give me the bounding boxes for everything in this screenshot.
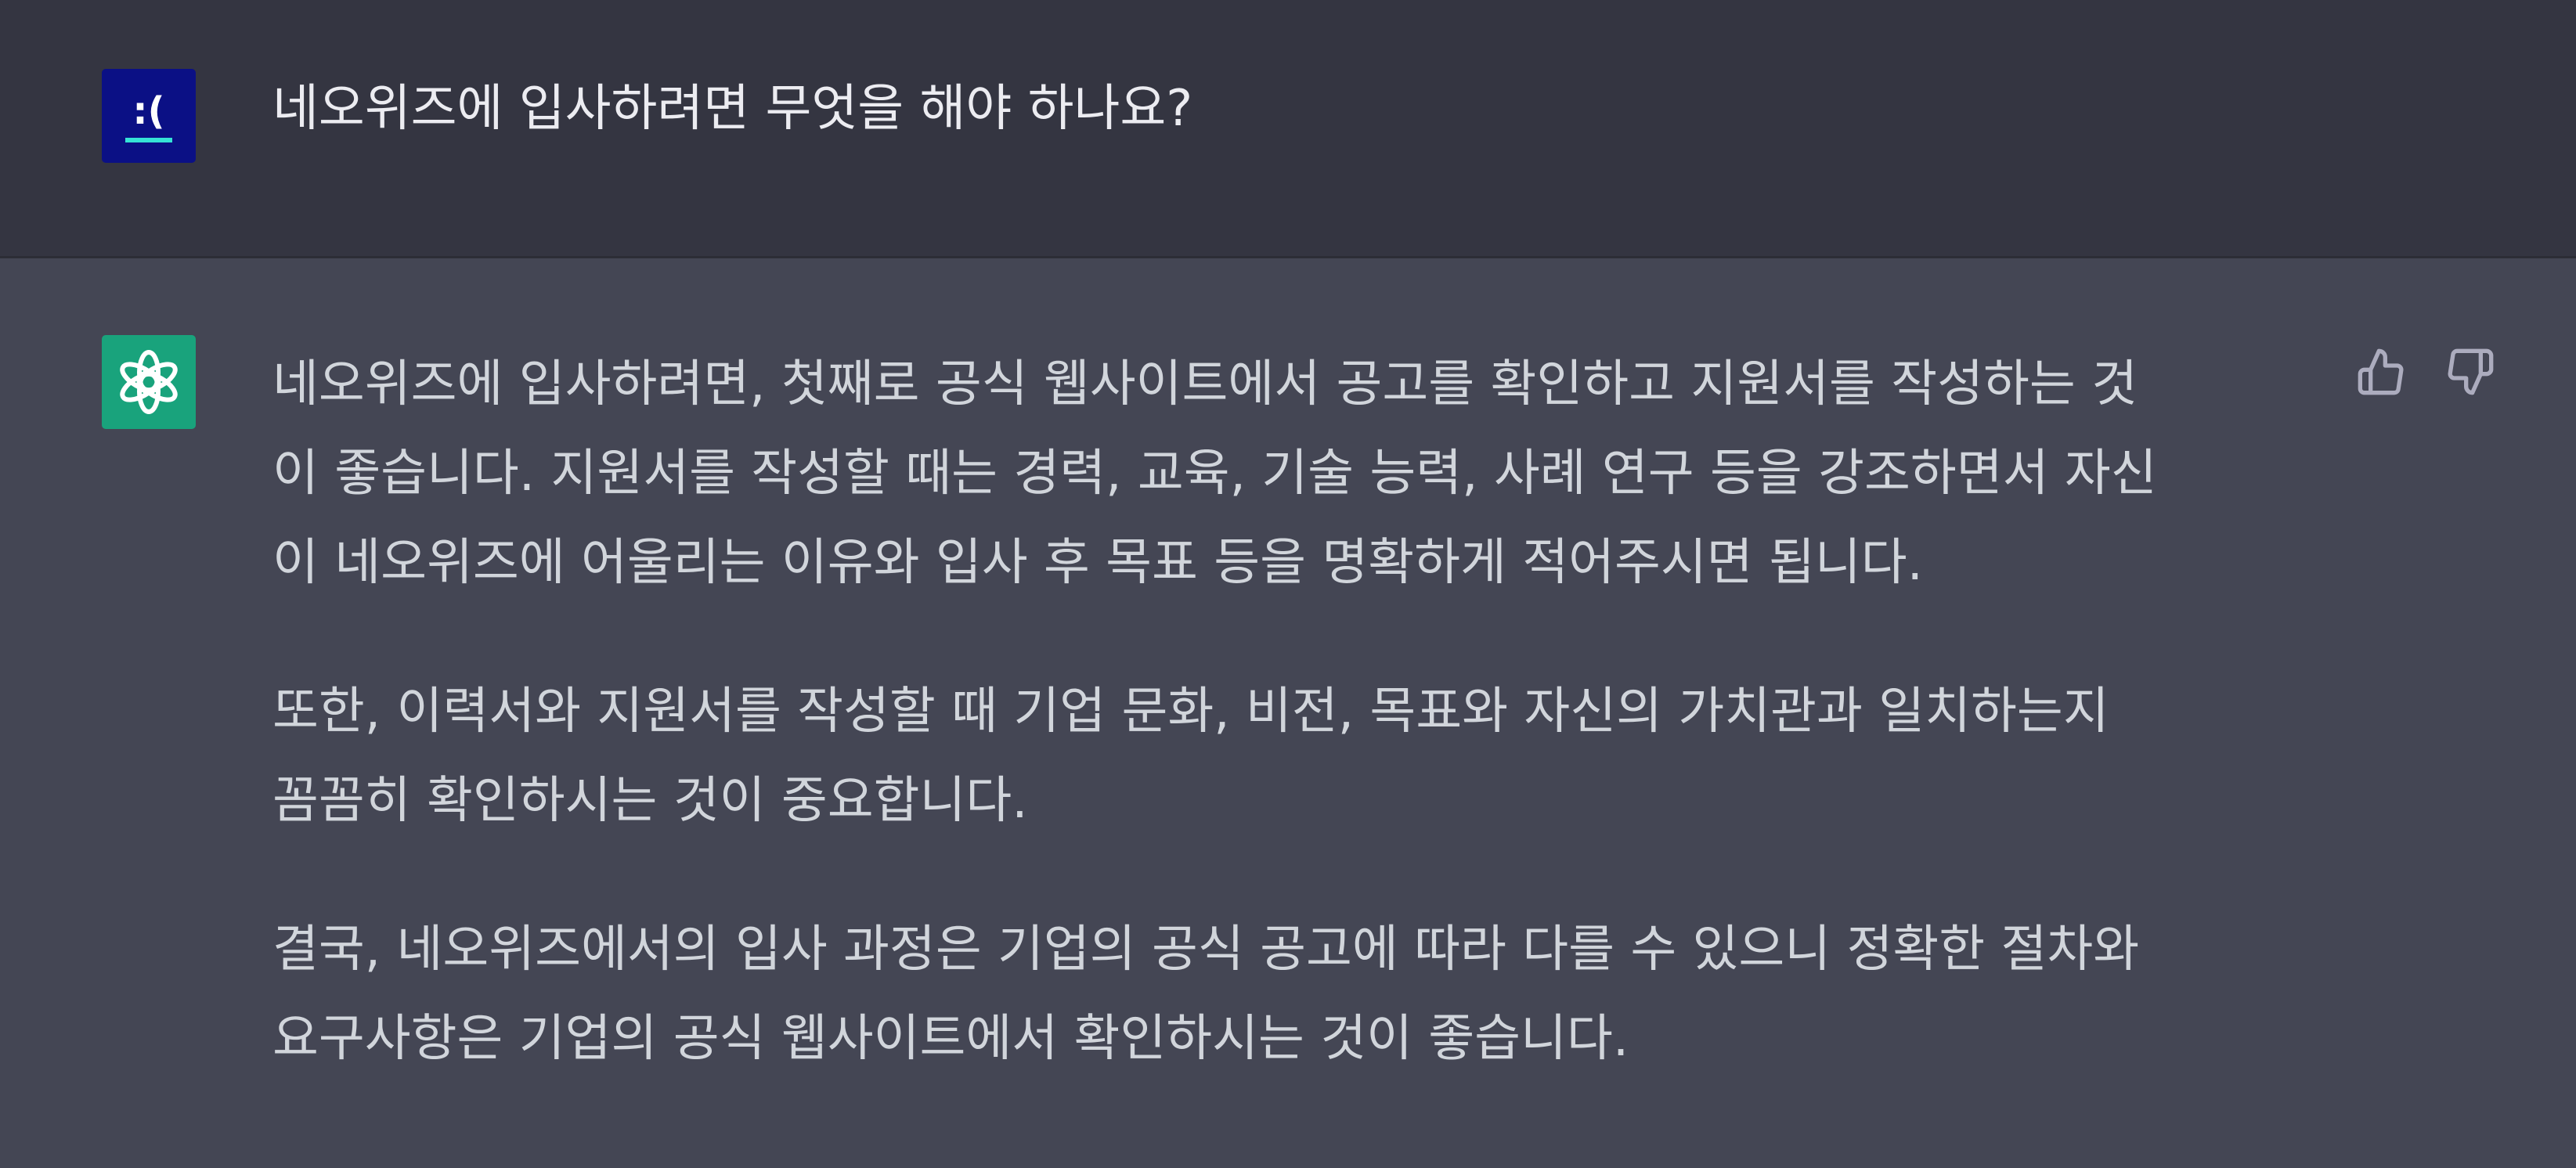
answer-line: 결국, 네오위즈에서의 입사 과정은 기업의 공식 공고에 따라 다를 수 있으… [272, 921, 2140, 979]
openai-logo-icon [120, 350, 178, 414]
answer-line: 또한, 이력서와 지원서를 작성할 때 기업 문화, 비전, 목표와 자신의 가… [272, 683, 2109, 741]
answer-line: 이 좋습니다. 지원서를 작성할 때는 경력, 교육, 기술 능력, 사례 연구… [272, 445, 2157, 503]
answer-paragraph-2: 또한, 이력서와 지원서를 작성할 때 기업 문화, 비전, 목표와 자신의 가… [272, 667, 2308, 845]
feedback-buttons [2354, 344, 2498, 399]
thumbs-up-icon [2358, 348, 2404, 395]
user-message-row: :( 네오위즈에 입사하려면 무엇을 해야 하나요? [0, 0, 2576, 258]
user-avatar-text: :( [132, 89, 164, 133]
thumbs-up-button[interactable] [2354, 344, 2408, 399]
answer-line: 네오위즈에 입사하려면, 첫째로 공식 웹사이트에서 공고를 확인하고 지원서를… [272, 355, 2138, 413]
answer-paragraph-1: 네오위즈에 입사하려면, 첫째로 공식 웹사이트에서 공고를 확인하고 지원서를… [272, 340, 2308, 607]
answer-line: 꼼꼼히 확인하시는 것이 중요합니다. [272, 772, 1028, 830]
assistant-answer: 네오위즈에 입사하려면, 첫째로 공식 웹사이트에서 공고를 확인하고 지원서를… [272, 340, 2308, 1143]
answer-paragraph-3: 결국, 네오위즈에서의 입사 과정은 기업의 공식 공고에 따라 다를 수 있으… [272, 905, 2308, 1083]
assistant-message-row: 네오위즈에 입사하려면, 첫째로 공식 웹사이트에서 공고를 확인하고 지원서를… [0, 258, 2576, 1168]
assistant-avatar [102, 335, 196, 429]
thumbs-down-button[interactable] [2443, 344, 2498, 399]
thumbs-down-icon [2448, 348, 2494, 395]
answer-line: 요구사항은 기업의 공식 웹사이트에서 확인하시는 것이 좋습니다. [272, 1010, 1629, 1068]
answer-line: 이 네오위즈에 어울리는 이유와 입사 후 목표 등을 명확하게 적어주시면 됩… [272, 534, 1923, 592]
user-avatar: :( [102, 69, 196, 163]
user-message-text: 네오위즈에 입사하려면 무엇을 해야 하나요? [272, 80, 1193, 138]
sad-face-avatar-icon: :( [125, 89, 172, 142]
